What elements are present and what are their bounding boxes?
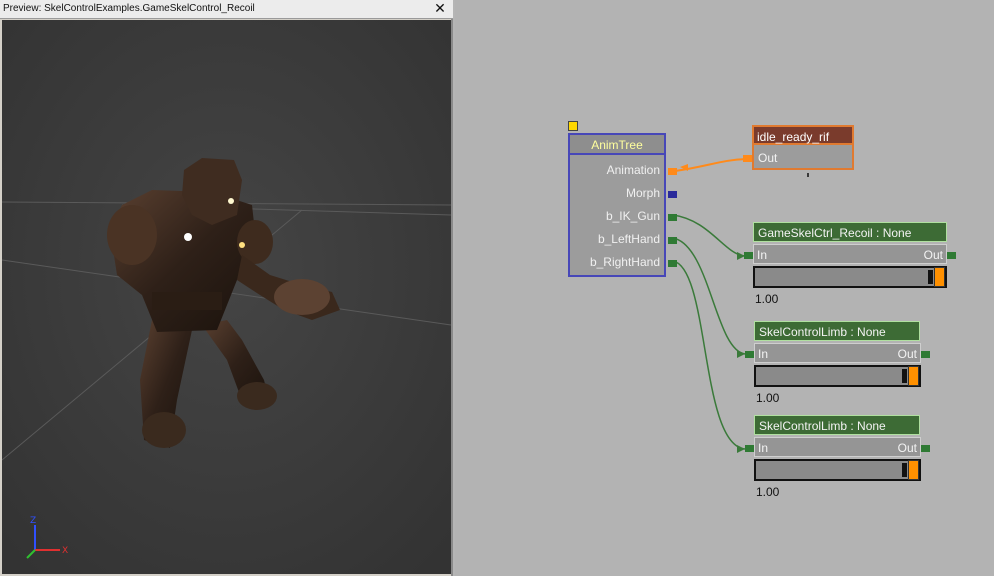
skel-strength-slider[interactable] xyxy=(754,365,921,387)
skel-io-row: In Out xyxy=(754,343,921,363)
pin-animation[interactable]: Animation xyxy=(607,163,660,177)
wire-right-hand xyxy=(672,260,746,450)
anim-graph-canvas[interactable]: AnimTree Animation Morph b_IK_Gun b_Left… xyxy=(455,0,994,576)
viewport-scene: Z X xyxy=(2,20,451,574)
skel-strength-slider[interactable] xyxy=(754,459,921,481)
slider-knob[interactable] xyxy=(902,369,907,383)
axis-z-label: Z xyxy=(30,516,36,526)
slider-cap[interactable] xyxy=(934,267,945,287)
skel-in-socket[interactable] xyxy=(745,351,754,358)
socket-b-ik-gun[interactable] xyxy=(668,214,677,221)
socket-morph[interactable] xyxy=(668,191,677,198)
wire-animation-arrow xyxy=(680,164,688,171)
preview-panel: Preview: SkelControlExamples.GameSkelCon… xyxy=(0,0,453,576)
skel-in-label: In xyxy=(758,347,769,361)
pin-b-left-hand[interactable]: b_LeftHand xyxy=(598,232,660,246)
preview-title: Preview: SkelControlExamples.GameSkelCon… xyxy=(3,3,255,14)
skel-out-label: Out xyxy=(923,248,943,262)
node-select-handle[interactable] xyxy=(568,121,578,131)
skel-io-row: In Out xyxy=(754,437,921,457)
skel-out-socket[interactable] xyxy=(921,351,930,358)
wire-animation xyxy=(674,158,748,172)
skel-weight-value: 1.00 xyxy=(756,485,780,499)
slider-cap[interactable] xyxy=(908,366,919,386)
skel-out-label: Out xyxy=(897,441,917,455)
skel-out-socket[interactable] xyxy=(921,445,930,452)
sequence-out-label: Out xyxy=(758,151,778,165)
skel-node-title: SkelControlLimb : None xyxy=(754,321,920,341)
socket-b-left-hand[interactable] xyxy=(668,237,677,244)
3d-viewport[interactable]: Z X xyxy=(2,20,451,574)
slider-knob[interactable] xyxy=(902,463,907,477)
socket-b-right-hand[interactable] xyxy=(668,260,677,267)
pin-morph[interactable]: Morph xyxy=(626,186,660,200)
skel-strength-slider[interactable] xyxy=(753,266,947,288)
skel-out-label: Out xyxy=(897,347,917,361)
wire-left-hand xyxy=(672,237,746,355)
sequence-out-socket[interactable] xyxy=(743,155,752,162)
wire-ik-gun xyxy=(672,214,746,257)
skel-io-row: In Out xyxy=(753,244,947,264)
skel-in-socket[interactable] xyxy=(744,252,753,259)
close-icon[interactable]: ✕ xyxy=(433,0,447,19)
preview-titlebar: Preview: SkelControlExamples.GameSkelCon… xyxy=(0,0,453,19)
skel-in-socket[interactable] xyxy=(745,445,754,452)
animtree-node[interactable]: AnimTree Animation Morph b_IK_Gun b_Left… xyxy=(568,133,677,277)
axis-x-label: X xyxy=(62,546,68,556)
sequence-out-row: Out xyxy=(752,145,854,170)
sequence-title: idle_ready_rif xyxy=(752,125,854,145)
skel-weight-value: 1.00 xyxy=(756,391,780,405)
connection-wires xyxy=(672,158,809,453)
slider-knob[interactable] xyxy=(928,270,933,284)
pin-b-right-hand[interactable]: b_RightHand xyxy=(590,255,660,269)
skel-node-title: SkelControlLimb : None xyxy=(754,415,920,435)
skel-in-label: In xyxy=(757,248,768,262)
anim-sequence-node[interactable]: idle_ready_rif Out xyxy=(743,125,854,170)
pin-b-ik-gun[interactable]: b_IK_Gun xyxy=(606,209,660,223)
animtree-title: AnimTree xyxy=(570,135,664,155)
slider-cap[interactable] xyxy=(908,460,919,480)
skel-node-title: GameSkelCtrl_Recoil : None xyxy=(753,222,947,242)
skel-weight-value: 1.00 xyxy=(755,292,779,306)
skel-out-socket[interactable] xyxy=(947,252,956,259)
skel-in-label: In xyxy=(758,441,769,455)
socket-animation[interactable] xyxy=(668,168,677,175)
